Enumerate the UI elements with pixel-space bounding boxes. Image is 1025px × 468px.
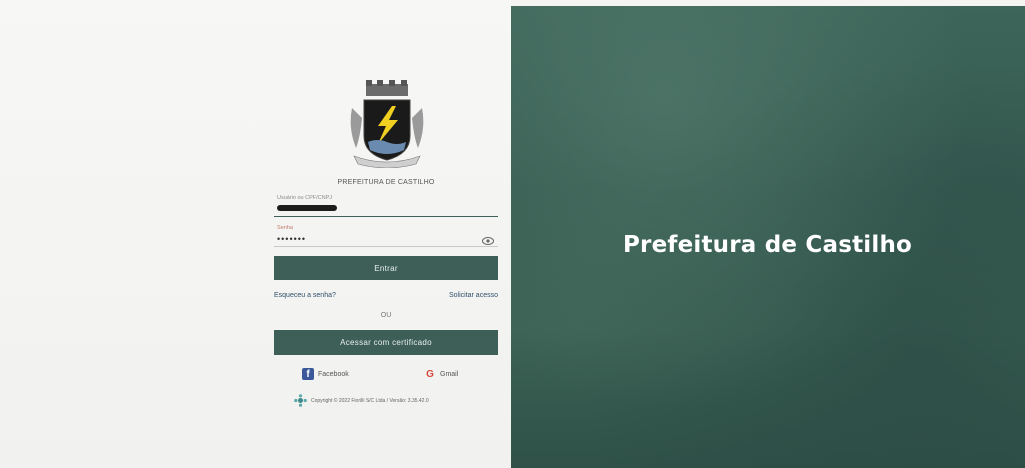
- username-field[interactable]: Usuário ou CPF/CNPJ: [274, 194, 498, 217]
- hero-title: Prefeitura de Castilho: [623, 232, 913, 258]
- password-label: Senha: [277, 225, 293, 231]
- copyright-text: Copyright © 2022 Fiorilli S/C Ltda / Ver…: [311, 397, 429, 404]
- password-field[interactable]: Senha •••••••: [274, 224, 498, 247]
- gmail-label: Gmail: [440, 370, 459, 378]
- redacted-username: [277, 205, 337, 211]
- request-access-link[interactable]: Solicitar acesso: [449, 292, 498, 299]
- or-divider: OU: [380, 312, 392, 319]
- enter-button[interactable]: Entrar: [274, 256, 498, 280]
- forgot-password-link[interactable]: Esqueceu a senha?: [274, 292, 336, 299]
- facebook-icon: f: [302, 368, 314, 380]
- eye-icon[interactable]: [482, 232, 494, 245]
- password-value: •••••••: [277, 234, 307, 244]
- google-icon: G: [426, 368, 434, 380]
- facebook-login[interactable]: f Facebook: [302, 367, 349, 381]
- username-label: Usuário ou CPF/CNPJ: [277, 195, 333, 201]
- gmail-login[interactable]: G Gmail: [424, 367, 458, 381]
- facebook-label: Facebook: [318, 370, 349, 378]
- fiorilli-logo-icon: [294, 394, 307, 407]
- login-panel: PREFEITURA DE CASTILHO Usuário ou CPF/CN…: [0, 0, 511, 468]
- certificate-login-button[interactable]: Acessar com certificado: [274, 330, 498, 355]
- org-name: PREFEITURA DE CASTILHO: [337, 179, 435, 186]
- copyright: Copyright © 2022 Fiorilli S/C Ltda / Ver…: [294, 394, 429, 407]
- coat-of-arms-icon: [344, 78, 430, 169]
- hero-panel: Prefeitura de Castilho: [511, 6, 1025, 468]
